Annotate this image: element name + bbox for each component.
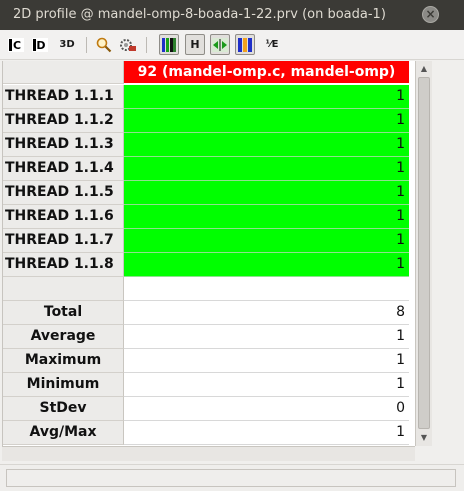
status-field [6, 469, 456, 487]
window-title: 2D profile @ mandel-omp-8-boada-1-22.prv… [13, 7, 386, 22]
scroll-up-arrow-icon[interactable]: ▲ [416, 61, 432, 76]
cell-value: 1 [396, 160, 405, 176]
zoom-button[interactable] [94, 34, 114, 55]
color-mode-icon [162, 37, 176, 52]
stat-row: Minimum 1 [3, 373, 416, 397]
horizontal-scrollbar[interactable] [2, 446, 415, 461]
3d-view-icon: 3D [59, 39, 75, 50]
stat-label: Maximum [3, 349, 124, 373]
stat-value: 0 [396, 400, 405, 416]
cell-value: 1 [396, 208, 405, 224]
stat-value: 1 [396, 424, 405, 440]
row-header[interactable]: THREAD 1.1.6 [3, 205, 124, 229]
row-header[interactable]: THREAD 1.1.5 [3, 181, 124, 205]
row-header[interactable]: THREAD 1.1.3 [3, 133, 124, 157]
stat-value: 1 [396, 328, 405, 344]
table-row: THREAD 1.1.7 1 [3, 229, 416, 253]
table-row: THREAD 1.1.6 1 [3, 205, 416, 229]
fraction-button[interactable]: ¹⁄E [262, 34, 282, 55]
fit-columns-button[interactable] [210, 34, 230, 55]
close-icon: × [425, 7, 436, 21]
column-header[interactable]: 92 (mandel-omp.c, mandel-omp) [124, 61, 409, 83]
stat-value: 1 [396, 352, 405, 368]
table-row: THREAD 1.1.1 1 [3, 85, 416, 109]
toolbar: C D 3D H ¹⁄E [0, 30, 464, 60]
zoom-magnifier-icon [96, 37, 112, 52]
data-cell[interactable]: 1 [124, 181, 409, 205]
table-row: THREAD 1.1.4 1 [3, 157, 416, 181]
color-mode-button[interactable] [159, 34, 179, 55]
open-control-window-button[interactable]: C [6, 34, 26, 55]
settings-button[interactable] [118, 34, 138, 55]
stat-label: Avg/Max [3, 421, 124, 445]
scroll-down-arrow-icon[interactable]: ▼ [416, 430, 432, 445]
stat-row: Avg/Max 1 [3, 421, 416, 445]
cell-value: 1 [396, 232, 405, 248]
svg-text:D: D [36, 39, 45, 52]
cell-value: 1 [396, 256, 405, 272]
spacer-row [3, 277, 416, 301]
data-cell[interactable]: 1 [124, 157, 409, 181]
status-bar [0, 464, 464, 491]
table-corner [3, 61, 124, 84]
cell-value: 1 [396, 184, 405, 200]
profile-table: 92 (mandel-omp.c, mandel-omp) THREAD 1.1… [2, 61, 416, 446]
stat-cell[interactable]: 1 [124, 349, 409, 373]
gradient-mode-button[interactable] [235, 34, 255, 55]
stat-label: Minimum [3, 373, 124, 397]
cell-value: 1 [396, 136, 405, 152]
row-header[interactable]: THREAD 1.1.1 [3, 85, 124, 109]
cell-value: 1 [396, 112, 405, 128]
stat-cell[interactable]: 1 [124, 325, 409, 349]
data-cell[interactable]: 1 [124, 109, 409, 133]
hide-empty-button[interactable]: H [185, 34, 205, 55]
stat-label: Total [3, 301, 124, 325]
3d-view-button[interactable]: 3D [56, 34, 78, 55]
row-header[interactable]: THREAD 1.1.8 [3, 253, 124, 277]
vertical-scrollbar[interactable]: ▲ ▼ [415, 61, 432, 446]
table-row: THREAD 1.1.3 1 [3, 133, 416, 157]
window-titlebar: 2D profile @ mandel-omp-8-boada-1-22.prv… [0, 0, 464, 30]
stat-label: StDev [3, 397, 124, 421]
stat-value: 1 [396, 376, 405, 392]
data-cell[interactable]: 1 [124, 229, 409, 253]
stat-cell[interactable]: 8 [124, 301, 409, 325]
table-row: THREAD 1.1.5 1 [3, 181, 416, 205]
stat-row: StDev 0 [3, 397, 416, 421]
open-data-window-button[interactable]: D [30, 34, 50, 55]
close-button[interactable]: × [422, 6, 439, 23]
open-control-window-icon: C [8, 37, 24, 52]
stat-value: 8 [396, 304, 405, 320]
fraction-icon: ¹⁄E [265, 39, 279, 50]
data-cell[interactable]: 1 [124, 205, 409, 229]
table-row: THREAD 1.1.8 1 [3, 253, 416, 277]
cell-value: 1 [396, 88, 405, 104]
hide-empty-columns-icon: H [190, 38, 200, 51]
row-header[interactable]: THREAD 1.1.2 [3, 109, 124, 133]
settings-icon [120, 38, 136, 51]
data-cell[interactable]: 1 [124, 85, 409, 109]
fit-columns-icon [212, 37, 228, 52]
data-cell[interactable]: 1 [124, 253, 409, 277]
stat-row: Maximum 1 [3, 349, 416, 373]
row-header[interactable]: THREAD 1.1.4 [3, 157, 124, 181]
svg-text:C: C [13, 39, 21, 52]
header-row: 92 (mandel-omp.c, mandel-omp) [3, 61, 416, 85]
stat-label: Average [3, 325, 124, 349]
gradient-mode-icon [238, 37, 252, 52]
stat-cell[interactable]: 1 [124, 421, 409, 445]
table-row: THREAD 1.1.2 1 [3, 109, 416, 133]
stat-row: Total 8 [3, 301, 416, 325]
data-cell [124, 277, 409, 301]
stat-cell[interactable]: 1 [124, 373, 409, 397]
row-header [3, 277, 124, 301]
scroll-thumb[interactable] [418, 77, 430, 429]
open-data-window-icon: D [32, 37, 48, 52]
data-cell[interactable]: 1 [124, 133, 409, 157]
stat-cell[interactable]: 0 [124, 397, 409, 421]
row-header[interactable]: THREAD 1.1.7 [3, 229, 124, 253]
stat-row: Average 1 [3, 325, 416, 349]
